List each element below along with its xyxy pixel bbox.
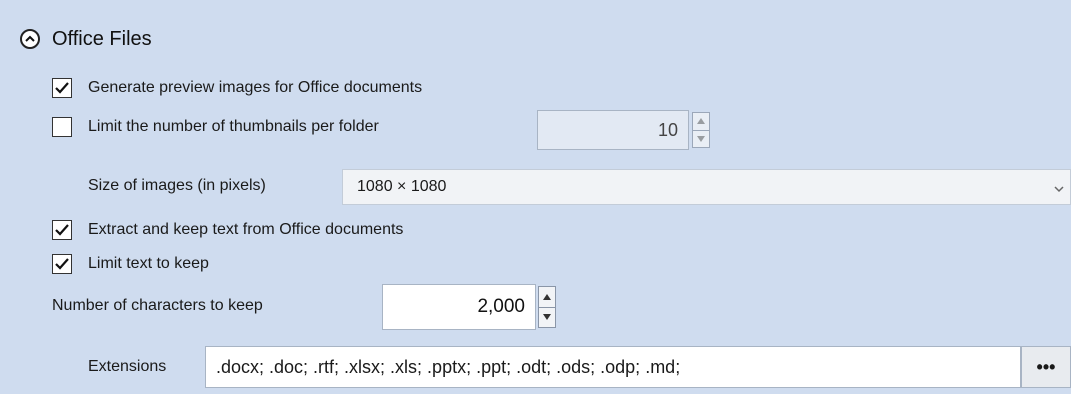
generate-preview-checkbox[interactable] [52, 78, 72, 98]
image-size-label: Size of images (in pixels) [88, 177, 266, 194]
chevron-down-icon[interactable] [693, 129, 709, 148]
chevron-up-icon[interactable] [693, 113, 709, 130]
thumbnails-count-input[interactable]: 10 [537, 110, 689, 150]
num-chars-stepper[interactable] [538, 286, 556, 328]
limit-text-label: Limit text to keep [88, 255, 209, 272]
image-size-value: 1080 × 1080 [357, 178, 447, 195]
limit-text-option[interactable]: Limit text to keep [52, 254, 209, 274]
chevron-up-circle-icon[interactable] [20, 29, 40, 49]
limit-text-checkbox[interactable] [52, 254, 72, 274]
chevron-up-icon[interactable] [539, 287, 555, 307]
image-size-select[interactable]: 1080 × 1080 [342, 169, 1071, 205]
extract-text-checkbox[interactable] [52, 220, 72, 240]
section-title: Office Files [52, 27, 152, 50]
limit-thumbnails-option[interactable]: Limit the number of thumbnails per folde… [52, 117, 379, 137]
limit-thumbnails-checkbox[interactable] [52, 117, 72, 137]
thumbnails-stepper[interactable] [692, 112, 710, 148]
section-header[interactable]: Office Files [20, 26, 152, 52]
num-chars-label: Number of characters to keep [52, 297, 263, 314]
limit-thumbnails-label: Limit the number of thumbnails per folde… [88, 118, 379, 135]
chevron-down-icon[interactable] [1054, 180, 1064, 198]
generate-preview-option[interactable]: Generate preview images for Office docum… [52, 78, 422, 98]
extensions-input[interactable]: .docx; .doc; .rtf; .xlsx; .xls; .pptx; .… [205, 346, 1021, 388]
browse-extensions-button[interactable]: ••• [1021, 346, 1071, 388]
extensions-label: Extensions [88, 358, 167, 375]
chevron-down-icon[interactable] [539, 306, 555, 328]
extract-text-label: Extract and keep text from Office docume… [88, 221, 404, 238]
generate-preview-label: Generate preview images for Office docum… [88, 79, 423, 96]
extract-text-option[interactable]: Extract and keep text from Office docume… [52, 220, 403, 240]
num-chars-input[interactable]: 2,000 [382, 284, 536, 330]
